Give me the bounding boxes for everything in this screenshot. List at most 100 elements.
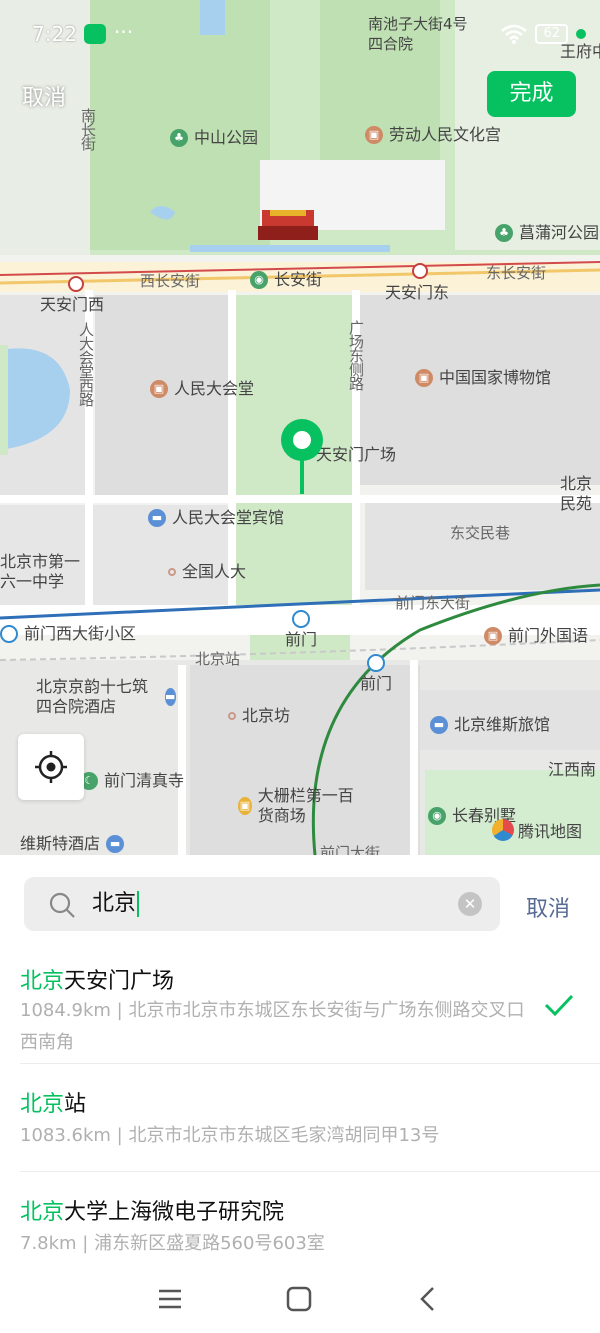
search-icon (49, 892, 75, 918)
poi-tiananmen-east[interactable]: 天安门东 (385, 283, 449, 303)
poi-visite-hotel[interactable]: 维斯特酒店 ▬ (20, 834, 125, 854)
search-box[interactable]: 北京 ✕ (24, 877, 500, 931)
search-input[interactable]: 北京 (92, 889, 140, 919)
poi-zhongshan-park[interactable]: ♣ 中山公园 (170, 128, 258, 148)
home-icon[interactable] (284, 1284, 314, 1314)
search-query: 北京 (92, 891, 137, 916)
poi-label: 江西南 (548, 760, 597, 779)
menu-icon[interactable] (155, 1284, 185, 1314)
hotel-icon: ▬ (148, 509, 166, 527)
poi-label: 前门 (360, 674, 393, 693)
poi-label: 劳动人民文化宫 (389, 125, 502, 144)
poi-changan[interactable]: ◉ 长安街 (250, 270, 322, 290)
metro-icon (292, 610, 310, 628)
poi-label: 天安门广场 (316, 445, 397, 464)
poi-label: 全国人大 (182, 562, 247, 581)
road-qianmen-east: 前门东大街 (395, 594, 471, 612)
tencent-map-logo: 腾讯地图 (492, 818, 582, 842)
poi-changpu-park[interactable]: ♣ 菖蒲河公园 (495, 223, 599, 243)
poi-qianmen-mosque[interactable]: ☾ 前门清真寺 (80, 771, 184, 791)
dot-icon (168, 568, 176, 576)
check-icon (544, 994, 574, 1017)
result-title: 北京大学上海微电子研究院 (20, 1194, 284, 1226)
place-icon: ◉ (428, 807, 446, 825)
poi-beijing-minsu[interactable]: 北京民苑 (560, 474, 600, 514)
poi-label: 北京市第一六一中学 (0, 552, 81, 591)
poi-label: 北京民苑 (560, 474, 593, 513)
poi-label: 前门外国语 (508, 626, 589, 645)
poi-label: 前门西大街小区 (24, 624, 137, 643)
dot-icon (228, 712, 236, 720)
poi-jingyun-hotel[interactable]: 北京京韵十七筑四合院酒店 ▬ (36, 677, 176, 717)
hotel-icon: ▬ (106, 835, 125, 853)
result-name: 天安门广场 (64, 969, 175, 994)
result-item[interactable]: 北京天安门广场 1084.9km | 北京市北京市东城区东长安街与广场东侧路交叉… (0, 951, 600, 1064)
search-cancel-button[interactable]: 取消 (526, 891, 570, 923)
text-caret (137, 891, 140, 917)
road-west-changan: 西长安街 (140, 272, 201, 290)
map-view[interactable]: 西长安街 ◉ 长安街 东长安街 天安门西 天安门东 南长街 人大会堂西路 广场东侧… (0, 0, 600, 855)
poi-label: 维斯特酒店 (20, 834, 101, 853)
park-icon: ♣ (170, 129, 188, 147)
museum-icon: ▣ (415, 369, 433, 387)
result-title: 北京天安门广场 (20, 963, 174, 995)
metro-icon (0, 625, 18, 643)
poi-tiananmen-west[interactable]: 天安门西 (40, 295, 104, 315)
poi-label: 大栅栏第一百货商场 (257, 786, 354, 825)
search-panel: 北京 ✕ 取消 北京天安门广场 1084.9km | 北京市北京市东城区东长安街… (0, 855, 600, 1333)
poi-label: 天安门西 (40, 295, 105, 314)
road-renda-west: 人大会堂西路 (77, 322, 95, 406)
poi-label: 中山公园 (194, 128, 259, 147)
result-description: 7.8km | 浦东新区盛夏路560号603室 (20, 1233, 325, 1254)
poi-jiangxi[interactable]: 江西南 (548, 760, 596, 780)
poi-laodong-palace[interactable]: ▣ 劳动人民文化宫 (365, 125, 501, 145)
privacy-dot-icon (576, 29, 586, 39)
locate-button[interactable] (18, 734, 84, 800)
poi-label: 人民大会堂宾馆 (172, 508, 285, 527)
poi-label: 北京维斯旅馆 (454, 715, 551, 734)
result-item[interactable]: 北京站 1083.6km | 北京市北京市东城区毛家湾胡同甲13号 (0, 1064, 600, 1172)
park-icon: ♣ (495, 224, 513, 242)
poi-qianmen-west-community[interactable]: 前门西大街小区 (0, 624, 136, 644)
poi-qianmen-metro[interactable]: 前门 (285, 610, 317, 650)
poi-national-museum[interactable]: ▣ 中国国家博物馆 (415, 368, 551, 388)
poi-tiananmen-square[interactable]: 天安门广场 (316, 445, 396, 465)
poi-npc[interactable]: 全国人大 (168, 562, 246, 582)
system-nav-bar (0, 1270, 600, 1333)
wifi-icon (501, 24, 528, 44)
status-right: 62 (501, 24, 586, 44)
logo-text: 腾讯地图 (518, 822, 583, 841)
poi-great-hall-hotel[interactable]: ▬ 人民大会堂宾馆 (148, 508, 284, 528)
poi-label: 天安门东 (385, 283, 450, 302)
poi-qianmen-metro-2[interactable]: 前门 (360, 654, 392, 694)
battery-icon: 62 (535, 24, 568, 44)
poi-label: 前门 (285, 630, 318, 649)
wechat-icon (84, 24, 106, 44)
poi-great-hall[interactable]: ▣ 人民大会堂 (150, 379, 254, 399)
top-cancel-button[interactable]: 取消 (22, 80, 66, 112)
poi-label: 北京坊 (242, 706, 291, 725)
road-qianmen-street: 前门大街 (320, 844, 381, 855)
result-highlight: 北京 (20, 1092, 65, 1117)
result-highlight: 北京 (20, 969, 65, 994)
status-more-icon: ··· (114, 20, 134, 44)
poi-beijingfang[interactable]: 北京坊 (228, 706, 290, 726)
label-beijing-station: 北京站 (195, 650, 241, 668)
result-item[interactable]: 北京大学上海微电子研究院 7.8km | 浦东新区盛夏路560号603室 (0, 1172, 600, 1272)
poi-weiming-hostel[interactable]: ▬ 北京维斯旅馆 (430, 715, 550, 735)
poi-label: 北京京韵十七筑四合院酒店 (36, 677, 149, 716)
rail-icon (412, 263, 428, 279)
back-icon[interactable] (413, 1284, 443, 1314)
poi-dashilan-store[interactable]: ▣ 大栅栏第一百货商场 (238, 786, 368, 826)
done-button[interactable]: 完成 (487, 71, 576, 117)
result-description: 1084.9km | 北京市北京市东城区东长安街与广场东侧路交叉口西南角 (20, 1000, 525, 1053)
poi-beijing-161[interactable]: 北京市第一六一中学 (0, 552, 92, 592)
road-dongjiao: 东交民巷 (450, 524, 511, 542)
poi-label: 前门清真寺 (104, 771, 185, 790)
result-description: 1083.6km | 北京市北京市东城区毛家湾胡同甲13号 (20, 1125, 440, 1146)
shopping-icon: ▣ (238, 797, 252, 815)
location-marker-icon[interactable] (280, 418, 324, 494)
poi-qianmen-foreign[interactable]: ▣ 前门外国语 (484, 626, 588, 646)
status-time: 7:22 (32, 22, 77, 46)
clear-icon[interactable]: ✕ (458, 892, 482, 916)
